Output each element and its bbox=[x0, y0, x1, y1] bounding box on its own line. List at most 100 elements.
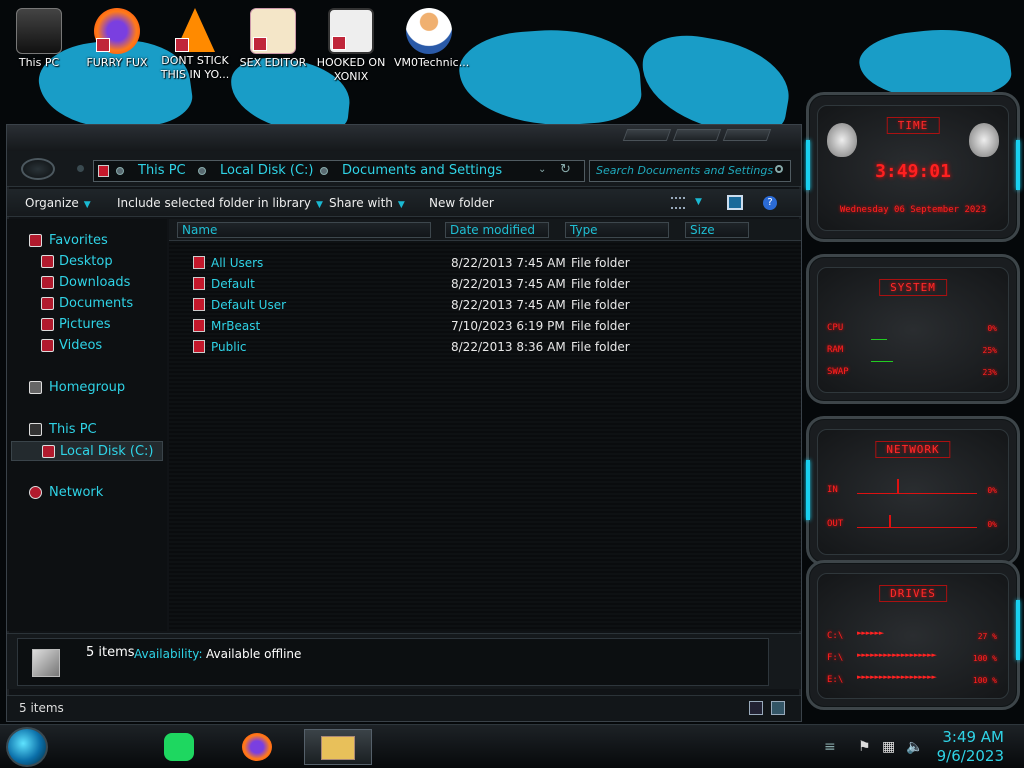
taskbar-firefox-button[interactable] bbox=[232, 729, 284, 765]
window-titlebar[interactable] bbox=[7, 125, 801, 151]
organize-button[interactable]: Organize ▼ bbox=[25, 196, 91, 210]
sidebar-item-documents[interactable]: Documents bbox=[7, 294, 167, 314]
chevron-down-icon[interactable]: ⌄ bbox=[538, 164, 546, 175]
chevron-down-icon: ▼ bbox=[397, 200, 405, 210]
column-header-type[interactable]: Type bbox=[565, 222, 669, 238]
minimize-button[interactable] bbox=[622, 129, 672, 141]
organize-label: Organize bbox=[25, 196, 79, 210]
sidebar-item-this-pc[interactable]: This PC bbox=[7, 420, 167, 440]
row-type: File folder bbox=[571, 277, 630, 291]
volume-icon[interactable]: 🔈 bbox=[906, 739, 923, 755]
search-icon[interactable] bbox=[775, 165, 783, 173]
include-in-library-button[interactable]: Include selected folder in library ▼ bbox=[117, 196, 323, 210]
sidebar-item-homegroup[interactable]: Homegroup bbox=[7, 378, 167, 398]
desktop-icon-hooked-on-xonix[interactable]: HOOKED ON XONIX bbox=[316, 2, 386, 84]
desktop-icon-vm0technic[interactable]: VM0Technic... bbox=[394, 2, 469, 70]
share-with-button[interactable]: Share with ▼ bbox=[329, 196, 405, 210]
breadcrumb-documents-and-settings[interactable]: Documents and Settings bbox=[342, 163, 502, 178]
back-forward-icon[interactable] bbox=[21, 158, 55, 180]
network-icon bbox=[29, 486, 42, 499]
help-icon[interactable]: ? bbox=[763, 196, 777, 210]
hxd-icon bbox=[250, 8, 296, 54]
flag-icon[interactable]: ⚑ bbox=[858, 739, 871, 755]
pictures-icon bbox=[41, 318, 54, 331]
sidebar-item-local-disk[interactable]: Local Disk (C:) bbox=[11, 441, 163, 461]
clock-date: 9/6/2023 bbox=[936, 747, 1004, 765]
column-header-name[interactable]: Name bbox=[177, 222, 431, 238]
sidebar-item-pictures[interactable]: Pictures bbox=[7, 315, 167, 335]
refresh-icon[interactable]: ↻ bbox=[560, 162, 571, 177]
row-type: File folder bbox=[571, 340, 630, 354]
alien-head-icon bbox=[969, 123, 999, 157]
videos-icon bbox=[41, 339, 54, 352]
explorer-window: This PC Local Disk (C:) Documents and Se… bbox=[6, 124, 802, 722]
start-button[interactable] bbox=[6, 727, 48, 767]
table-row[interactable]: Default 8/22/2013 7:45 AM File folder bbox=[169, 274, 801, 295]
preview-pane-icon[interactable] bbox=[727, 195, 743, 210]
row-name: Public bbox=[211, 340, 247, 354]
close-button[interactable] bbox=[722, 129, 772, 141]
table-row[interactable]: MrBeast 7/10/2023 6:19 PM File folder bbox=[169, 316, 801, 337]
chevron-down-icon: ▼ bbox=[83, 200, 91, 210]
gadget-clock: 3:49:01 bbox=[875, 161, 951, 182]
address-bar[interactable]: This PC Local Disk (C:) Documents and Se… bbox=[93, 160, 585, 182]
desktop-icon-sex-editor[interactable]: SEX EDITOR bbox=[238, 2, 308, 70]
table-row[interactable]: All Users 8/22/2013 7:45 AM File folder bbox=[169, 253, 801, 274]
time-gadget[interactable]: TIME 3:49:01 Wednesday 06 September 2023 bbox=[806, 92, 1020, 242]
taskbar-explorer-button[interactable] bbox=[304, 729, 372, 765]
desktop: This PC FURRY FUX DONT STICK THIS IN YO.… bbox=[0, 0, 1024, 768]
breadcrumb-this-pc[interactable]: This PC bbox=[138, 163, 186, 178]
search-input[interactable]: Search Documents and Settings bbox=[589, 160, 791, 182]
vlc-icon bbox=[175, 8, 215, 52]
show-hidden-icons[interactable]: ≡ bbox=[824, 739, 836, 755]
recent-dot-icon[interactable] bbox=[77, 165, 84, 172]
drives-gadget[interactable]: DRIVES C:\ ►►►►►► 27 % F:\ ►►►►►►►►►►►►►… bbox=[806, 560, 1020, 710]
status-bar: 5 items bbox=[7, 695, 801, 721]
row-date: 7/10/2023 6:19 PM bbox=[451, 319, 565, 333]
table-row[interactable]: Default User 8/22/2013 7:45 AM File folder bbox=[169, 295, 801, 316]
download-icon bbox=[41, 276, 54, 289]
large-icons-view-icon[interactable] bbox=[771, 701, 785, 715]
net-out-spike bbox=[889, 515, 891, 527]
desktop-icon-dont-stick[interactable]: DONT STICK THIS IN YO... bbox=[160, 2, 230, 82]
details-view-icon[interactable] bbox=[749, 701, 763, 715]
sidebar-item-desktop[interactable]: Desktop bbox=[7, 252, 167, 272]
table-row[interactable]: Public 8/22/2013 8:36 AM File folder bbox=[169, 337, 801, 358]
separator-icon bbox=[116, 167, 124, 175]
folder-icon bbox=[193, 298, 205, 311]
gadget-frame-edge bbox=[1016, 600, 1020, 660]
sidebar-item-network[interactable]: Network bbox=[7, 483, 167, 503]
view-options-icon[interactable] bbox=[671, 197, 685, 209]
system-gadget[interactable]: SYSTEM CPU 0% RAM 25% SWAP 23% bbox=[806, 254, 1020, 404]
column-header-size[interactable]: Size bbox=[685, 222, 749, 238]
sidebar-item-downloads[interactable]: Downloads bbox=[7, 273, 167, 293]
breadcrumb-local-disk[interactable]: Local Disk (C:) bbox=[220, 163, 313, 178]
column-header-date[interactable]: Date modified bbox=[445, 222, 549, 238]
navigation-pane: Favorites Desktop Downloads Documents Pi… bbox=[7, 219, 167, 631]
spotify-icon bbox=[164, 733, 194, 761]
taskbar-spotify-button[interactable] bbox=[154, 729, 206, 765]
sidebar-item-label: Pictures bbox=[59, 317, 111, 332]
gadget-date: Wednesday 06 September 2023 bbox=[839, 205, 987, 215]
desktop-icon-this-pc[interactable]: This PC bbox=[4, 2, 74, 70]
sidebar-item-label: Favorites bbox=[49, 233, 108, 248]
sidebar-item-favorites[interactable]: Favorites bbox=[7, 231, 167, 251]
network-status-icon[interactable]: ▦ bbox=[882, 739, 895, 755]
wallpaper-stroke bbox=[456, 23, 644, 133]
maximize-button[interactable] bbox=[672, 129, 722, 141]
availability-value: Available offline bbox=[206, 647, 302, 661]
column-headers: Name Date modified Type Size bbox=[169, 219, 801, 241]
computer-icon bbox=[16, 8, 62, 54]
new-folder-button[interactable]: New folder bbox=[429, 196, 494, 210]
gadget-title: NETWORK bbox=[875, 441, 951, 458]
row-date: 8/22/2013 7:45 AM bbox=[451, 256, 566, 270]
network-gadget[interactable]: NETWORK IN 0% OUT 0% bbox=[806, 416, 1020, 566]
chevron-down-icon[interactable]: ▼ bbox=[695, 197, 702, 207]
row-date: 8/22/2013 7:45 AM bbox=[451, 277, 566, 291]
desktop-icon-furry-fux[interactable]: FURRY FUX bbox=[82, 2, 152, 70]
drive-icon bbox=[42, 445, 55, 458]
taskbar-clock[interactable]: 3:49 AM 9/6/2023 bbox=[937, 728, 1004, 766]
drive-c-value: 27 % bbox=[977, 632, 997, 641]
swap-meter bbox=[871, 361, 893, 362]
sidebar-item-videos[interactable]: Videos bbox=[7, 336, 167, 356]
